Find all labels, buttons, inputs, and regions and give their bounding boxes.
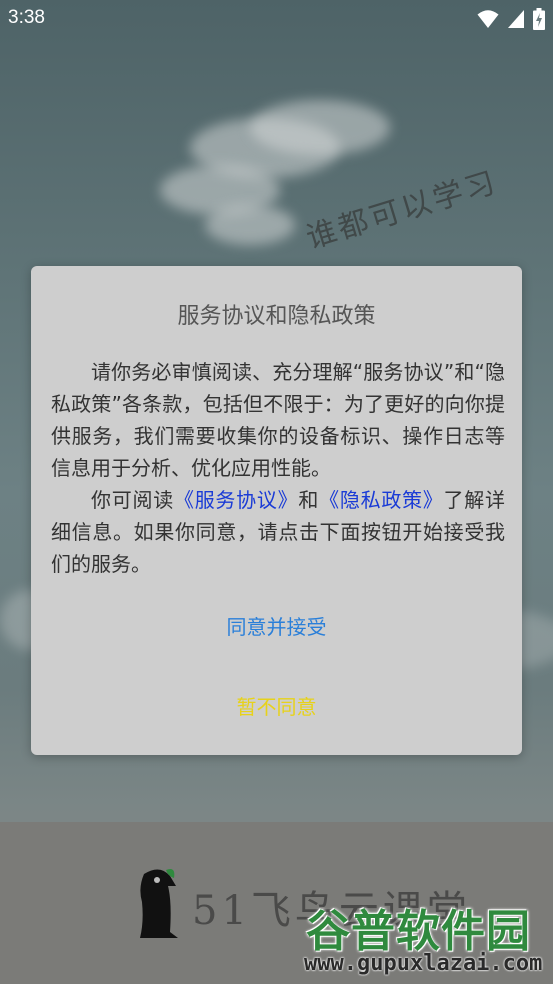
watermark-url: www.gupuxlazai.com	[304, 951, 543, 976]
status-bar: 3:38	[0, 0, 553, 38]
cloud-decoration	[205, 205, 295, 245]
accept-button[interactable]: 同意并接受	[31, 606, 522, 645]
watermark-brand: 谷普软件园	[306, 906, 531, 957]
decline-button[interactable]: 暂不同意	[31, 686, 522, 725]
dialog-title: 服务协议和隐私政策	[177, 304, 376, 329]
status-time: 3:38	[8, 7, 45, 28]
signal-icon	[508, 10, 524, 28]
wifi-icon	[477, 10, 499, 28]
service-agreement-link[interactable]: 《服务协议》	[174, 488, 298, 512]
privacy-policy-link[interactable]: 《隐私政策》	[319, 488, 443, 512]
cloud-decoration	[250, 100, 390, 155]
paragraph-2-and: 和	[298, 488, 320, 512]
splash-slogan: 谁都可以学习	[302, 164, 502, 257]
watermark: 谷普软件园 www.gupuxlazai.com	[304, 895, 550, 981]
dialog-paragraph-1: 请你务必审慎阅读、充分理解“服务协议”和“隐私政策”各条款，包括但不限于：为了更…	[51, 360, 505, 480]
app-logo-icon	[140, 869, 178, 938]
paragraph-2-prefix: 你可阅读	[91, 488, 174, 512]
privacy-dialog: 服务协议和隐私政策 请你务必审慎阅读、充分理解“服务协议”和“隐私政策”各条款，…	[31, 266, 522, 755]
dialog-body: 请你务必审慎阅读、充分理解“服务协议”和“隐私政策”各条款，包括但不限于：为了更…	[51, 356, 505, 580]
dialog-paragraph-2: 你可阅读《服务协议》和《隐私政策》了解详细信息。如果你同意，请点击下面按钮开始接…	[51, 484, 505, 580]
battery-charging-icon	[533, 8, 545, 30]
